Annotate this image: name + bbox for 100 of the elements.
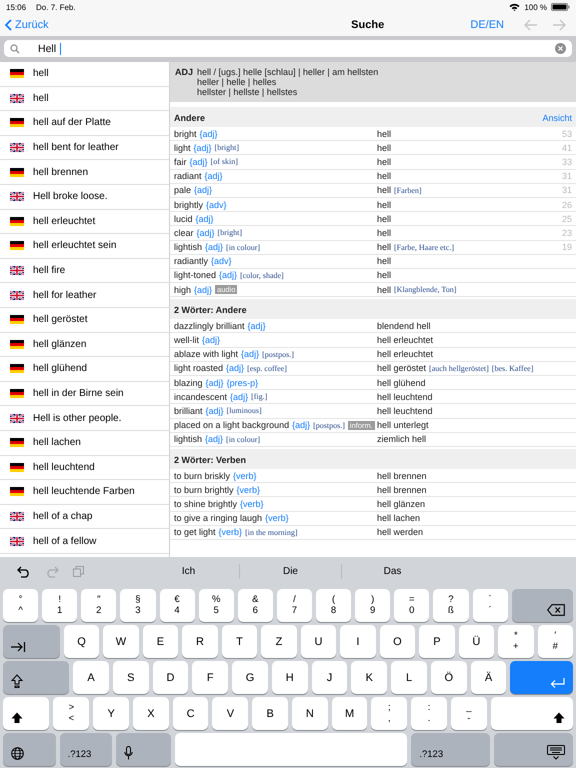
key[interactable]: ` ´ (472, 589, 508, 622)
key[interactable]: A (73, 661, 109, 694)
result-item[interactable]: Hell broke loose. (0, 184, 169, 210)
entry-text: light (174, 142, 191, 153)
entry-text: ziemlich hell (377, 434, 426, 444)
result-item[interactable]: Hell is other people. (0, 406, 169, 431)
result-item[interactable]: hell of a chap (0, 504, 169, 530)
tab-key[interactable] (3, 625, 60, 658)
entry-text: hell unterlegt (377, 420, 429, 430)
part-of-speech-tag: {adv} (211, 256, 232, 266)
part-of-speech-tag: {adj} (206, 406, 224, 416)
key[interactable]: ! 1 (42, 589, 78, 622)
result-item[interactable]: hell geröstet (0, 308, 169, 333)
key[interactable]: S (112, 661, 149, 694)
search-icon (10, 44, 20, 54)
key[interactable]: ° ^ (3, 589, 38, 622)
key[interactable]: Q (64, 625, 100, 658)
result-item[interactable]: hell glühend (0, 357, 169, 382)
result-item[interactable]: hell brennen (0, 160, 169, 185)
key[interactable]: H (272, 661, 308, 694)
key[interactable]: * + (498, 625, 534, 658)
result-item[interactable]: hell auf der Platte (0, 111, 169, 136)
result-item[interactable]: hell fire (0, 258, 169, 284)
key[interactable]: C (172, 697, 208, 730)
key[interactable]: O (380, 625, 416, 658)
key[interactable]: € 4 (160, 589, 195, 622)
numbers-key[interactable]: .?123 (60, 733, 112, 766)
key[interactable]: M (332, 697, 368, 730)
result-item[interactable]: hell leuchtende Farben (0, 480, 169, 505)
key[interactable]: & 6 (238, 589, 273, 622)
key[interactable]: G (232, 661, 268, 694)
hide-keyboard-key[interactable] (494, 733, 574, 766)
key[interactable]: E (142, 625, 178, 658)
microphone-key[interactable] (116, 733, 171, 766)
key[interactable]: ′ # (538, 625, 574, 658)
key[interactable]: ) 9 (355, 589, 390, 622)
word-suggestion[interactable]: Die (240, 566, 341, 577)
key[interactable]: F (192, 661, 228, 694)
result-item[interactable]: hell (0, 86, 169, 112)
key[interactable]: Z (261, 625, 297, 658)
entry-text: to shine brightly (174, 498, 238, 509)
key[interactable]: / 7 (276, 589, 312, 622)
key[interactable]: ? ß (433, 589, 468, 622)
result-item[interactable]: hell bent for leather (0, 136, 169, 160)
key[interactable]: _ - (450, 697, 487, 730)
key[interactable]: B (252, 697, 288, 730)
result-item[interactable]: hell erleuchtet (0, 210, 169, 234)
shift-key[interactable] (3, 697, 50, 730)
key[interactable]: U (300, 625, 336, 658)
key[interactable]: % 5 (198, 589, 234, 622)
key[interactable]: W (103, 625, 139, 658)
key[interactable]: Ö (430, 661, 467, 694)
globe-key[interactable] (3, 733, 56, 766)
language-toggle[interactable]: DE/EN (470, 19, 504, 31)
key[interactable]: J (312, 661, 348, 694)
key[interactable]: ; , (371, 697, 408, 730)
key[interactable]: I (340, 625, 376, 658)
key[interactable]: T (222, 625, 258, 658)
key[interactable]: N (292, 697, 328, 730)
key[interactable]: X (132, 697, 169, 730)
entry-text: hell werden (377, 527, 424, 538)
back-button[interactable]: Zurück (5, 19, 165, 31)
entry-text: radiant (174, 171, 202, 182)
key[interactable]: = 0 (394, 589, 430, 622)
result-item[interactable]: hell leuchtend (0, 456, 169, 480)
result-item[interactable]: hell (0, 62, 169, 87)
german-flag-icon (10, 340, 24, 349)
result-item[interactable]: hell glänzen (0, 332, 169, 358)
word-suggestion[interactable]: Ich (138, 566, 239, 577)
key[interactable]: R (182, 625, 218, 658)
key[interactable]: ( 8 (316, 589, 352, 622)
key[interactable]: : . (411, 697, 447, 730)
key[interactable]: Y (93, 697, 129, 730)
result-item[interactable]: hell for leather (0, 283, 169, 308)
key[interactable]: V (212, 697, 248, 730)
search-field[interactable]: Hell (38, 42, 60, 54)
result-item[interactable]: hell erleuchtet sein (0, 234, 169, 259)
british-flag-icon (10, 94, 24, 103)
numbers-key[interactable]: .?123 (411, 733, 490, 766)
key[interactable]: K (351, 661, 388, 694)
result-item[interactable]: hell lachen (0, 430, 169, 456)
clear-icon[interactable] (555, 43, 566, 54)
key[interactable]: L (391, 661, 427, 694)
undo-icon[interactable] (17, 566, 31, 578)
shift-key[interactable] (490, 697, 573, 730)
key[interactable]: D (152, 661, 188, 694)
key[interactable]: Ä (470, 661, 506, 694)
word-suggestion[interactable]: Das (342, 566, 443, 577)
key[interactable]: Ü (458, 625, 494, 658)
result-item[interactable]: hell of a fellow (0, 529, 169, 554)
part-of-speech-tag: {adj} (196, 214, 214, 224)
paste-icon[interactable] (73, 566, 84, 577)
result-item[interactable]: hell in der Birne sein (0, 382, 169, 406)
backspace-icon (547, 604, 566, 616)
backspace-key[interactable] (512, 589, 574, 622)
key[interactable]: § 3 (120, 589, 156, 622)
key[interactable]: P (419, 625, 455, 658)
entry-text: hell lachen (377, 513, 420, 524)
key[interactable]: ″ 2 (81, 589, 116, 622)
key[interactable]: > < (53, 697, 90, 730)
